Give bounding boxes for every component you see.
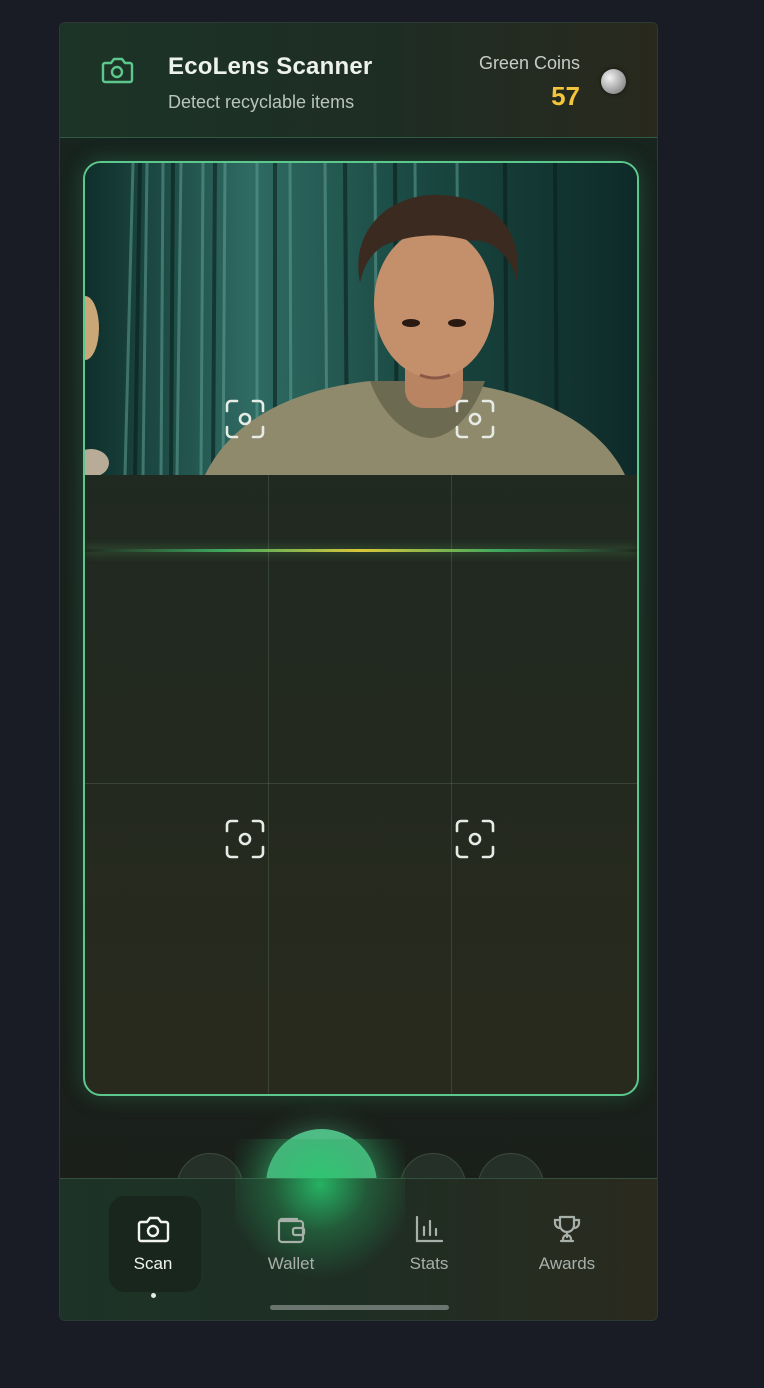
scanner-viewport[interactable] [83,161,639,1096]
focus-target-icon [455,399,495,439]
app-window: EcoLens Scanner Detect recyclable items … [59,22,658,1321]
green-coins-label: Green Coins [478,53,580,73]
camera-icon [101,57,134,84]
active-dot [151,1293,156,1298]
nav-item-wallet[interactable]: Wallet [236,1179,346,1299]
nav-label-stats: Stats [409,1254,449,1273]
green-coins-value: 57 [551,81,580,111]
grid-line [451,475,452,1094]
app-title: EcoLens Scanner [168,53,373,80]
nav-item-stats[interactable]: Stats [374,1179,484,1299]
grid-line [268,475,269,1094]
focus-target-icon [225,819,265,859]
nav-label-wallet: Wallet [267,1254,315,1273]
bottom-nav: Scan Wallet Stats Awards [60,1139,657,1320]
wallet-icon [277,1217,306,1244]
grid-line [85,783,637,784]
bar-chart-icon [415,1215,444,1243]
scan-line [85,549,637,552]
camera-feed-image [85,163,637,475]
nav-item-scan[interactable]: Scan [98,1179,208,1299]
app-subtitle: Detect recyclable items [168,92,355,112]
coin-icon [601,69,626,94]
nav-item-awards[interactable]: Awards [512,1179,622,1299]
trophy-icon [553,1215,581,1243]
focus-target-icon [455,819,495,859]
nav-label-awards: Awards [538,1254,596,1273]
app-header: EcoLens Scanner Detect recyclable items … [60,23,657,138]
nav-label-scan: Scan [133,1254,173,1273]
home-indicator[interactable] [270,1305,449,1310]
camera-controls [60,1123,657,1240]
focus-target-icon [225,399,265,439]
camera-icon [137,1216,170,1243]
